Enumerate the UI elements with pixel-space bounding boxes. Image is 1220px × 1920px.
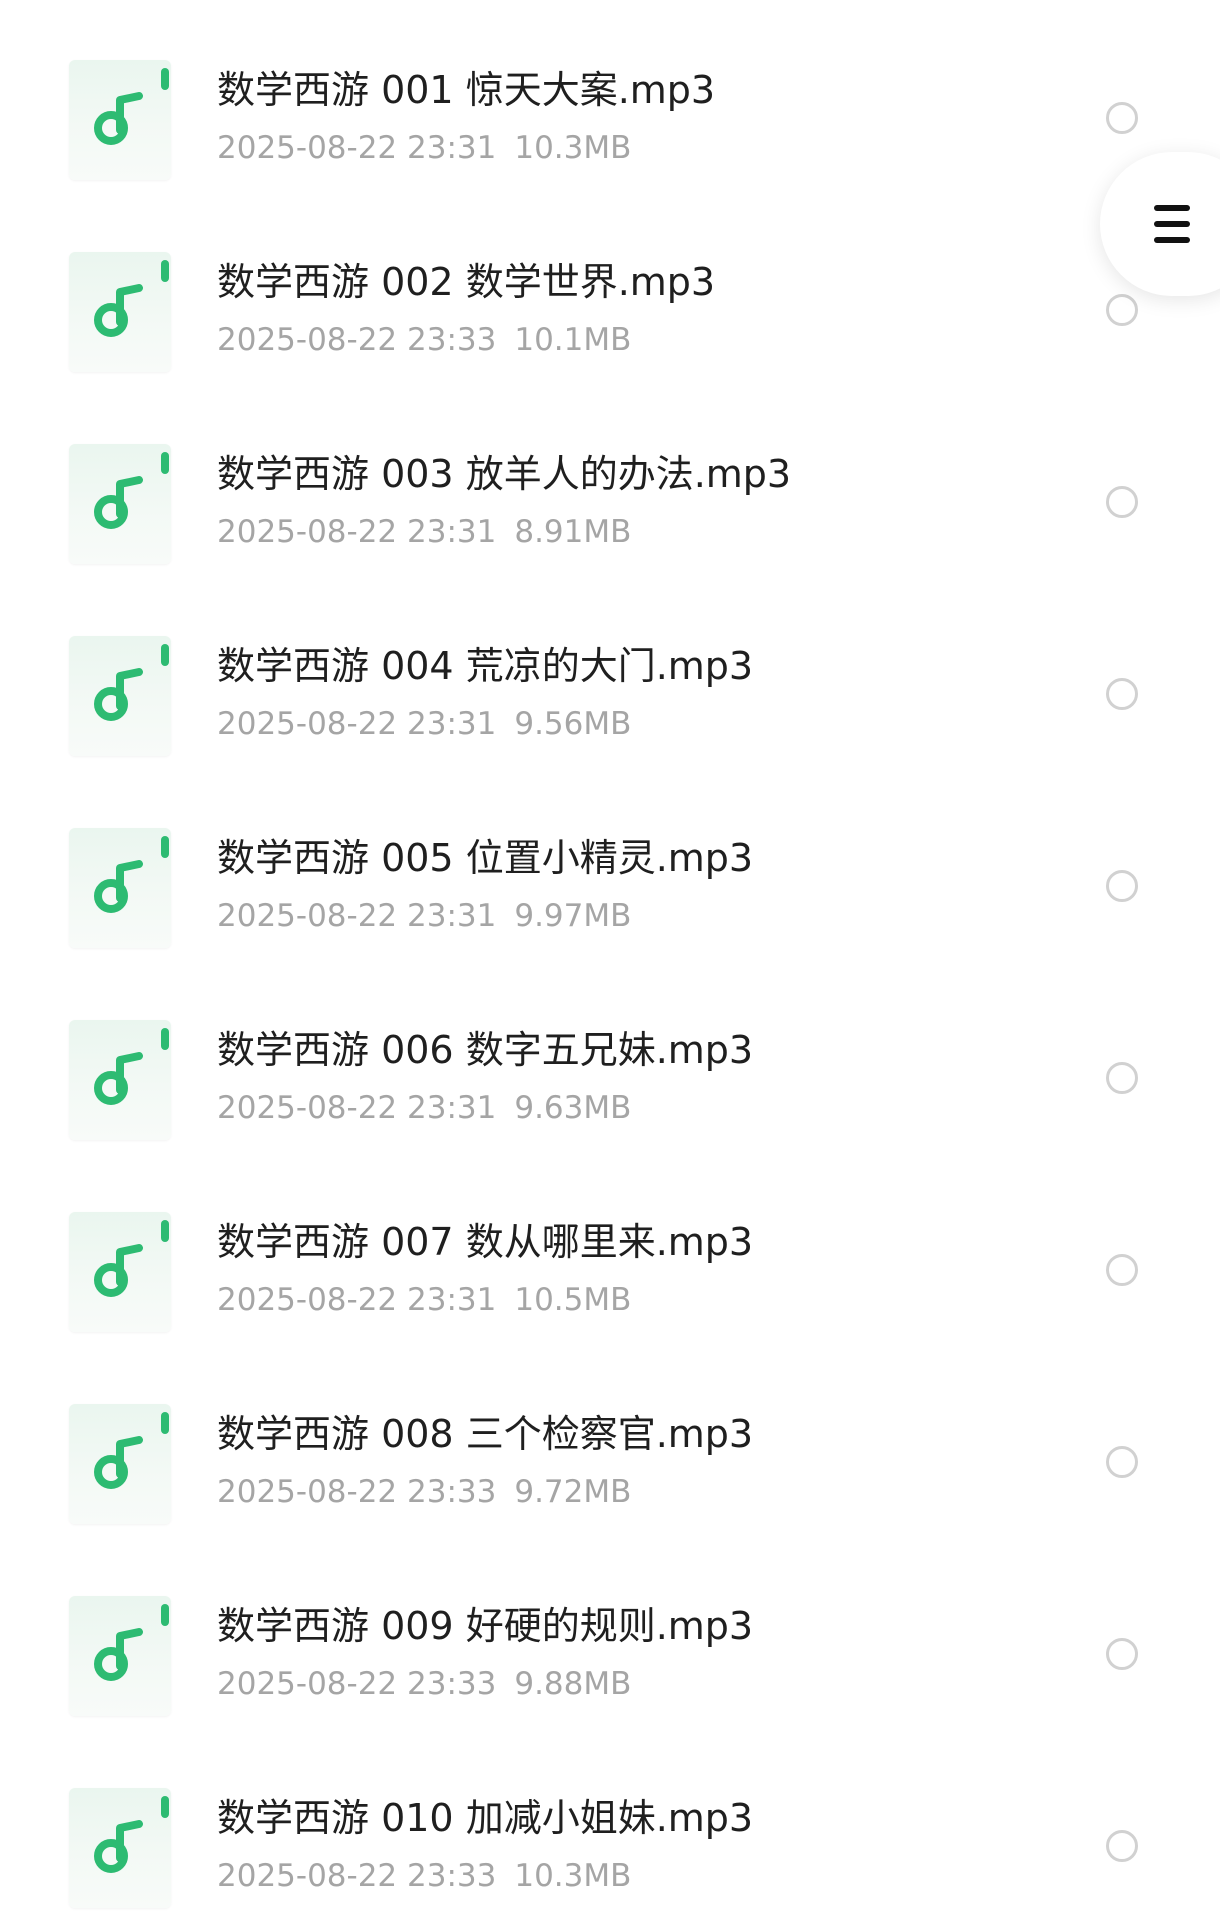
- list-item[interactable]: 数学西游 008 三个检察官.mp3 2025-08-22 23:33 9.72M…: [0, 1344, 1220, 1536]
- list-item[interactable]: 数学西游 004 荒凉的大门.mp3 2025-08-22 23:31 9.56M…: [0, 576, 1220, 768]
- select-radio[interactable]: [1106, 1830, 1138, 1862]
- list-item[interactable]: 数学西游 009 好硬的规则.mp3 2025-08-22 23:33 9.88M…: [0, 1536, 1220, 1728]
- music-file-thumbnail: [69, 636, 171, 756]
- file-size: 9.63MB: [514, 1090, 632, 1126]
- file-name: 数学西游 003 放羊人的办法.mp3: [217, 452, 792, 496]
- select-radio[interactable]: [1106, 1446, 1138, 1478]
- music-note-icon: [94, 260, 169, 337]
- file-meta: 2025-08-22 23:33 9.72MB: [217, 1472, 631, 1512]
- music-file-thumbnail: [69, 1788, 171, 1908]
- file-size: 9.97MB: [514, 898, 632, 934]
- file-name: 数学西游 010 加减小姐妹.mp3: [217, 1796, 754, 1840]
- file-date: 2025-08-22 23:31: [217, 130, 497, 166]
- file-name: 数学西游 002 数学世界.mp3: [217, 260, 716, 304]
- select-radio[interactable]: [1106, 294, 1138, 326]
- list-item[interactable]: 数学西游 001 惊天大案.mp3 2025-08-22 23:31 10.3MB: [0, 0, 1220, 192]
- select-radio[interactable]: [1106, 1062, 1138, 1094]
- list-item[interactable]: 数学西游 003 放羊人的办法.mp3 2025-08-22 23:31 8.91…: [0, 384, 1220, 576]
- file-size: 10.5MB: [514, 1282, 632, 1318]
- select-radio[interactable]: [1106, 486, 1138, 518]
- select-radio[interactable]: [1106, 678, 1138, 710]
- music-note-icon: [94, 1412, 169, 1489]
- file-name: 数学西游 006 数字五兄妹.mp3: [217, 1028, 754, 1072]
- file-meta: 2025-08-22 23:33 9.88MB: [217, 1664, 631, 1704]
- music-note-icon: [94, 1028, 169, 1105]
- file-date: 2025-08-22 23:31: [217, 706, 497, 742]
- file-meta: 2025-08-22 23:33 10.3MB: [217, 1856, 631, 1896]
- music-file-thumbnail: [69, 1404, 171, 1524]
- file-meta: 2025-08-22 23:31 9.56MB: [217, 704, 631, 744]
- file-size: 9.72MB: [514, 1474, 632, 1510]
- file-size: 9.88MB: [514, 1666, 632, 1702]
- file-meta: 2025-08-22 23:31 9.63MB: [217, 1088, 631, 1128]
- select-radio[interactable]: [1106, 102, 1138, 134]
- music-note-icon: [94, 836, 169, 913]
- music-file-thumbnail: [69, 252, 171, 372]
- music-note-icon: [94, 1604, 169, 1681]
- list-item[interactable]: 数学西游 007 数从哪里来.mp3 2025-08-22 23:31 10.5M…: [0, 1152, 1220, 1344]
- music-note-icon: [94, 452, 169, 529]
- file-size: 9.56MB: [514, 706, 632, 742]
- music-note-icon: [94, 644, 169, 721]
- music-file-thumbnail: [69, 60, 171, 180]
- hamburger-menu-icon: [1154, 205, 1190, 243]
- list-item[interactable]: 数学西游 005 位置小精灵.mp3 2025-08-22 23:31 9.97M…: [0, 768, 1220, 960]
- file-name: 数学西游 008 三个检察官.mp3: [217, 1412, 754, 1456]
- file-meta: 2025-08-22 23:31 10.5MB: [217, 1280, 631, 1320]
- file-date: 2025-08-22 23:31: [217, 898, 497, 934]
- list-item[interactable]: 数学西游 010 加减小姐妹.mp3 2025-08-22 23:33 10.3M…: [0, 1728, 1220, 1920]
- file-size: 8.91MB: [514, 514, 632, 550]
- file-size: 10.1MB: [514, 322, 632, 358]
- file-name: 数学西游 005 位置小精灵.mp3: [217, 836, 754, 880]
- music-file-thumbnail: [69, 828, 171, 948]
- file-name: 数学西游 009 好硬的规则.mp3: [217, 1604, 754, 1648]
- file-name: 数学西游 007 数从哪里来.mp3: [217, 1220, 754, 1264]
- file-meta: 2025-08-22 23:33 10.1MB: [217, 320, 631, 360]
- file-date: 2025-08-22 23:33: [217, 322, 497, 358]
- file-date: 2025-08-22 23:31: [217, 1090, 497, 1126]
- list-item[interactable]: 数学西游 006 数字五兄妹.mp3 2025-08-22 23:31 9.63M…: [0, 960, 1220, 1152]
- file-meta: 2025-08-22 23:31 9.97MB: [217, 896, 631, 936]
- file-meta: 2025-08-22 23:31 8.91MB: [217, 512, 631, 552]
- select-radio[interactable]: [1106, 1638, 1138, 1670]
- file-meta: 2025-08-22 23:31 10.3MB: [217, 128, 631, 168]
- file-name: 数学西游 001 惊天大案.mp3: [217, 68, 716, 112]
- select-radio[interactable]: [1106, 1254, 1138, 1286]
- music-file-thumbnail: [69, 1596, 171, 1716]
- music-file-thumbnail: [69, 1212, 171, 1332]
- music-note-icon: [94, 1796, 169, 1873]
- file-date: 2025-08-22 23:33: [217, 1858, 497, 1894]
- file-name: 数学西游 004 荒凉的大门.mp3: [217, 644, 754, 688]
- list-item[interactable]: 数学西游 002 数学世界.mp3 2025-08-22 23:33 10.1MB: [0, 192, 1220, 384]
- music-note-icon: [94, 68, 169, 145]
- file-date: 2025-08-22 23:31: [217, 1282, 497, 1318]
- music-file-thumbnail: [69, 1020, 171, 1140]
- file-size: 10.3MB: [514, 1858, 632, 1894]
- music-file-thumbnail: [69, 444, 171, 564]
- music-note-icon: [94, 1220, 169, 1297]
- file-date: 2025-08-22 23:33: [217, 1666, 497, 1702]
- file-date: 2025-08-22 23:31: [217, 514, 497, 550]
- file-size: 10.3MB: [514, 130, 632, 166]
- file-date: 2025-08-22 23:33: [217, 1474, 497, 1510]
- select-radio[interactable]: [1106, 870, 1138, 902]
